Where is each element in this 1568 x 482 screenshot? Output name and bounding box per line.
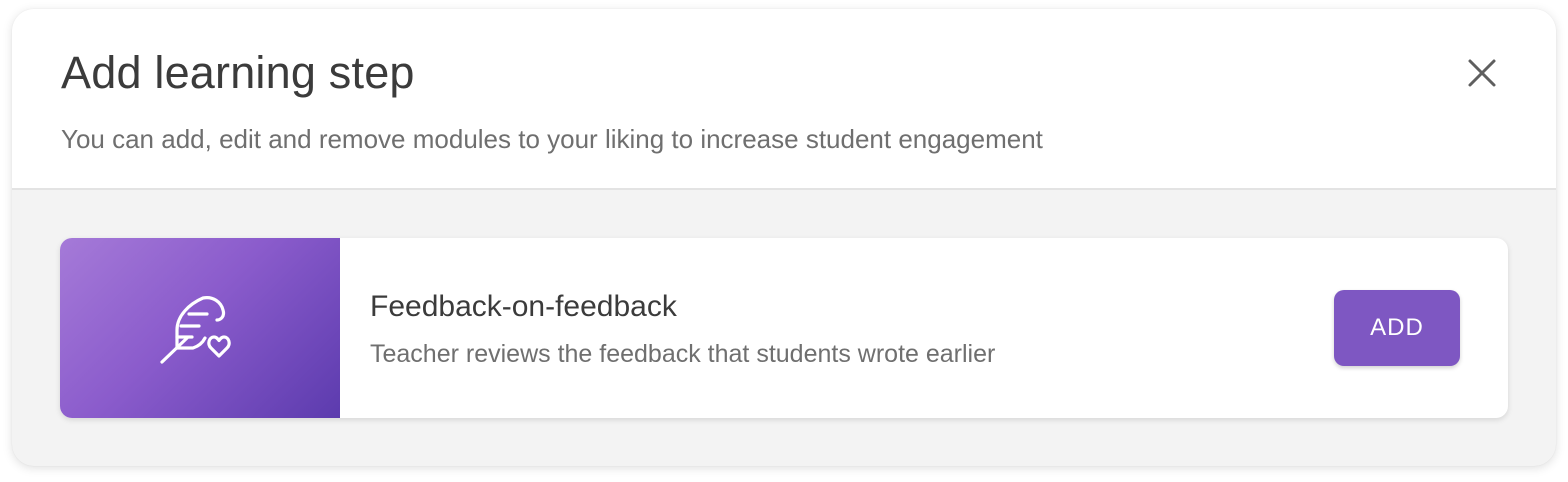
dialog-header: Add learning step You can add, edit and … [12,9,1556,190]
module-thumbnail [60,238,340,418]
close-icon [1468,59,1496,87]
module-title: Feedback-on-feedback [370,290,677,323]
dialog-subtitle: You can add, edit and remove modules to … [61,124,1043,154]
add-button[interactable]: ADD [1334,290,1460,366]
close-button[interactable] [1462,53,1502,93]
dialog-title: Add learning step [61,47,415,98]
module-description: Teacher reviews the feedback that studen… [370,340,996,368]
add-learning-step-dialog: Add learning step You can add, edit and … [12,9,1556,466]
module-card: Feedback-on-feedback Teacher reviews the… [60,238,1508,418]
feather-heart-icon [160,296,231,364]
